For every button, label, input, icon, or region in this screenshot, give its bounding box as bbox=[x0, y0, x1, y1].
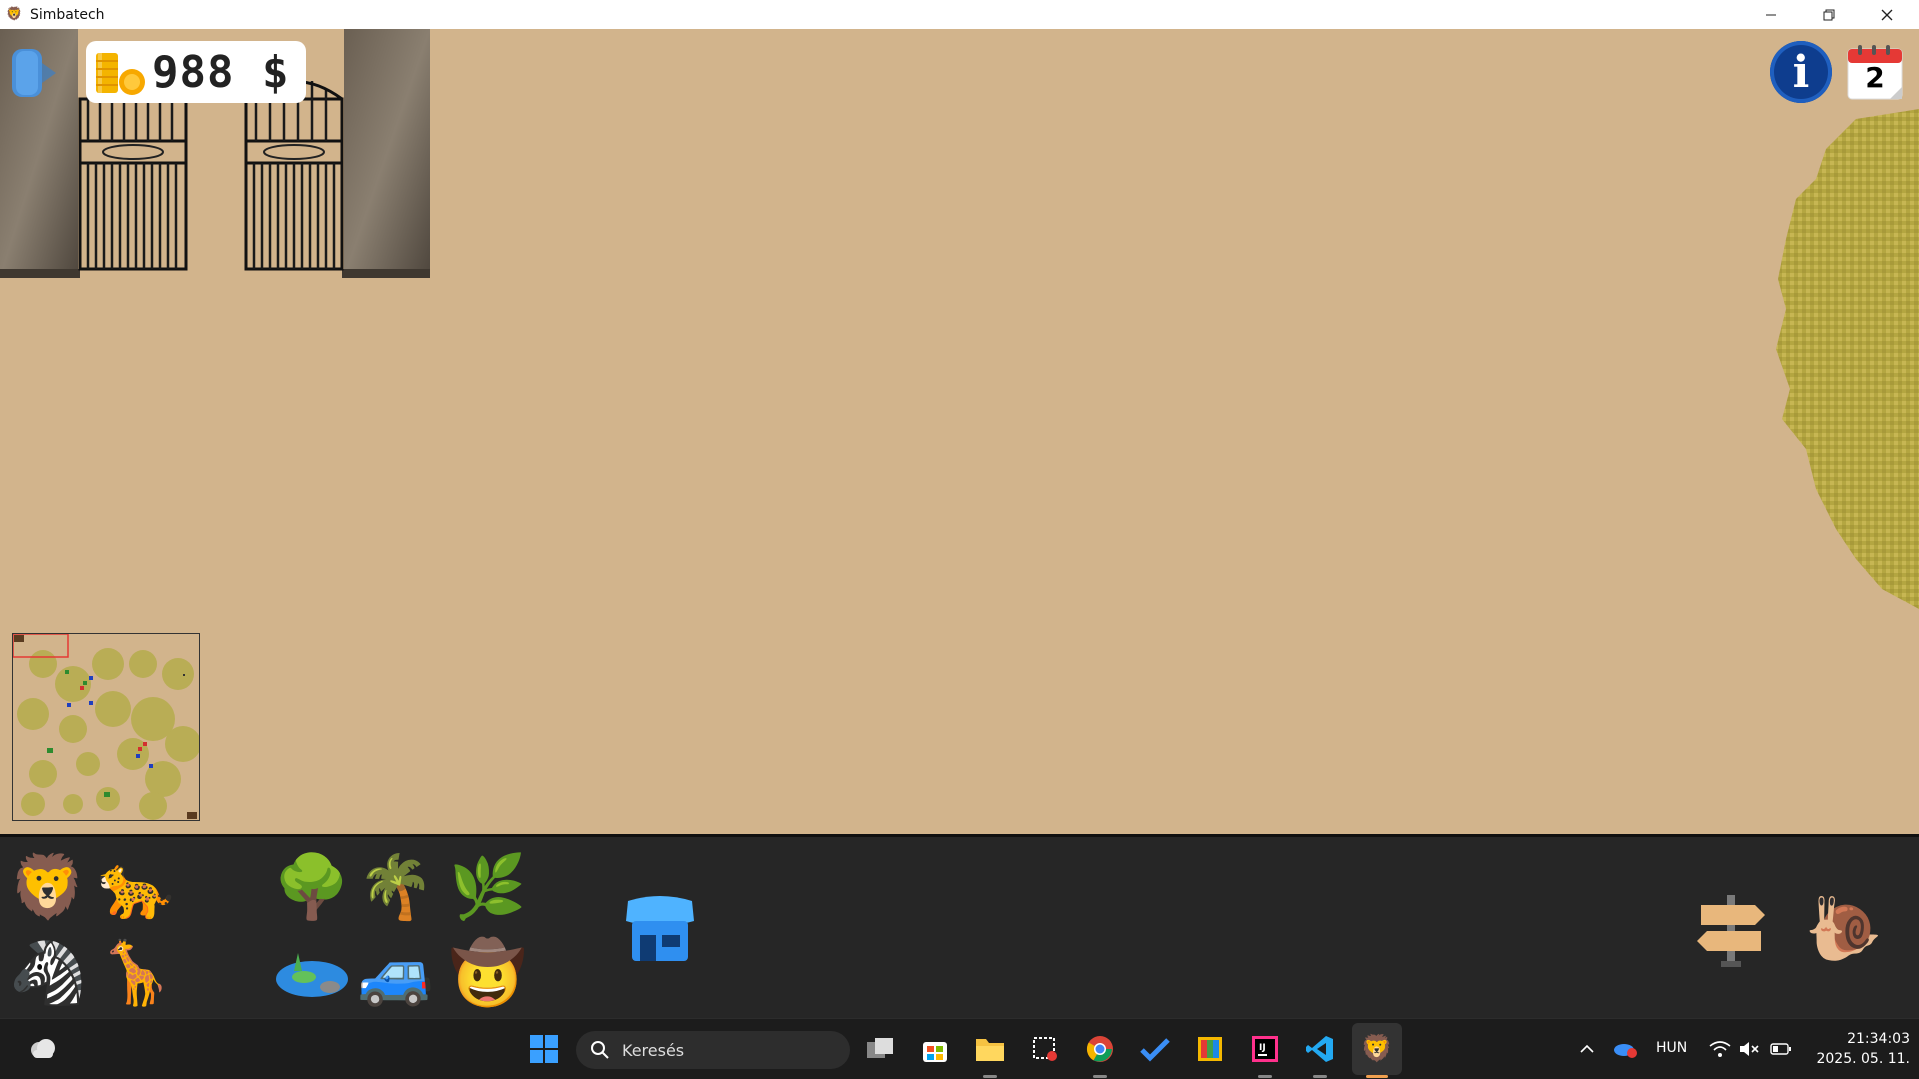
running-indicator bbox=[983, 1075, 997, 1078]
store-icon[interactable] bbox=[917, 1031, 953, 1067]
close-icon bbox=[1881, 9, 1893, 20]
maximize-button[interactable] bbox=[1800, 0, 1858, 29]
money-display: 988 $ bbox=[86, 41, 306, 103]
lion-icon[interactable]: 🦁 bbox=[9, 849, 86, 925]
leopard-icon[interactable]: 🐆 bbox=[97, 849, 174, 925]
lion-icon: 🦁 bbox=[6, 6, 23, 22]
restore-icon bbox=[1823, 9, 1835, 20]
clock[interactable]: 21:34:03 2025. 05. 11. bbox=[1800, 1029, 1910, 1069]
chevron-up-icon[interactable] bbox=[1569, 1031, 1605, 1067]
money-amount: 988 $ bbox=[152, 46, 290, 98]
signpost-icon[interactable] bbox=[1693, 891, 1769, 967]
svg-text:IJ: IJ bbox=[1259, 1043, 1266, 1053]
snail-icon[interactable]: 🐌 bbox=[1805, 891, 1882, 967]
speaker-muted-icon[interactable] bbox=[1731, 1031, 1767, 1067]
onedrive-error-icon[interactable] bbox=[1608, 1031, 1644, 1067]
giraffe-icon[interactable]: 🦒 bbox=[97, 935, 174, 1011]
search-icon bbox=[591, 1041, 609, 1059]
paint-icon[interactable] bbox=[1192, 1031, 1228, 1067]
game-map[interactable]: 988 $ i 2 bbox=[0, 29, 1919, 834]
window-title: Simbatech bbox=[30, 6, 105, 23]
taskbar: Keresés IJ 🦁 HUN 21:34:03 2025. 05. 11. bbox=[0, 1018, 1919, 1079]
minimize-icon bbox=[1766, 14, 1776, 15]
weather-icon[interactable] bbox=[24, 1031, 60, 1067]
minimize-button[interactable] bbox=[1742, 0, 1800, 29]
minimap[interactable] bbox=[12, 633, 200, 821]
running-indicator bbox=[1258, 1075, 1272, 1078]
lake-shape bbox=[276, 953, 348, 997]
grass-icon[interactable]: 🌿 bbox=[449, 849, 526, 925]
baobab-tree-icon[interactable]: 🌳 bbox=[273, 849, 350, 925]
chrome-icon[interactable] bbox=[1082, 1031, 1118, 1067]
coins-icon bbox=[96, 53, 145, 95]
lake-icon[interactable] bbox=[274, 935, 350, 1011]
snipping-tool-icon[interactable] bbox=[1027, 1031, 1063, 1067]
bush-area bbox=[1776, 109, 1919, 609]
running-indicator bbox=[1313, 1075, 1327, 1078]
running-indicator bbox=[1093, 1075, 1107, 1078]
search-placeholder: Keresés bbox=[622, 1040, 685, 1060]
close-button[interactable] bbox=[1858, 0, 1916, 29]
shop-shape bbox=[626, 896, 694, 961]
shop-icon[interactable] bbox=[622, 891, 698, 967]
intellij-icon[interactable]: IJ bbox=[1247, 1031, 1283, 1067]
windows-start-icon[interactable] bbox=[526, 1031, 562, 1067]
build-toolbar: 🦁 🐆 🦓 🦒 🌳 🌴 🌿 🚙 🤠 🐌 bbox=[0, 834, 1919, 1018]
clock-time: 21:34:03 bbox=[1847, 1031, 1910, 1047]
clock-date: 2025. 05. 11. bbox=[1816, 1051, 1910, 1067]
zebra-icon[interactable]: 🦓 bbox=[9, 935, 86, 1011]
file-explorer-icon[interactable] bbox=[972, 1031, 1008, 1067]
title-bar: 🦁 Simbatech bbox=[0, 0, 1919, 29]
ranger-icon[interactable]: 🤠 bbox=[449, 935, 526, 1011]
exit-door-icon[interactable] bbox=[8, 41, 68, 105]
search-input[interactable]: Keresés bbox=[576, 1031, 850, 1069]
signpost-shape bbox=[1697, 895, 1765, 967]
vscode-icon[interactable] bbox=[1302, 1031, 1338, 1067]
todo-icon[interactable] bbox=[1137, 1031, 1173, 1067]
language-indicator[interactable]: HUN bbox=[1656, 1040, 1687, 1056]
simbatech-app-icon[interactable]: 🦁 bbox=[1359, 1031, 1395, 1067]
palm-tree-icon[interactable]: 🌴 bbox=[357, 849, 434, 925]
jeep-icon[interactable]: 🚙 bbox=[357, 935, 434, 1011]
battery-icon[interactable] bbox=[1763, 1031, 1799, 1067]
task-view-icon[interactable] bbox=[862, 1031, 898, 1067]
active-indicator bbox=[1366, 1075, 1388, 1078]
